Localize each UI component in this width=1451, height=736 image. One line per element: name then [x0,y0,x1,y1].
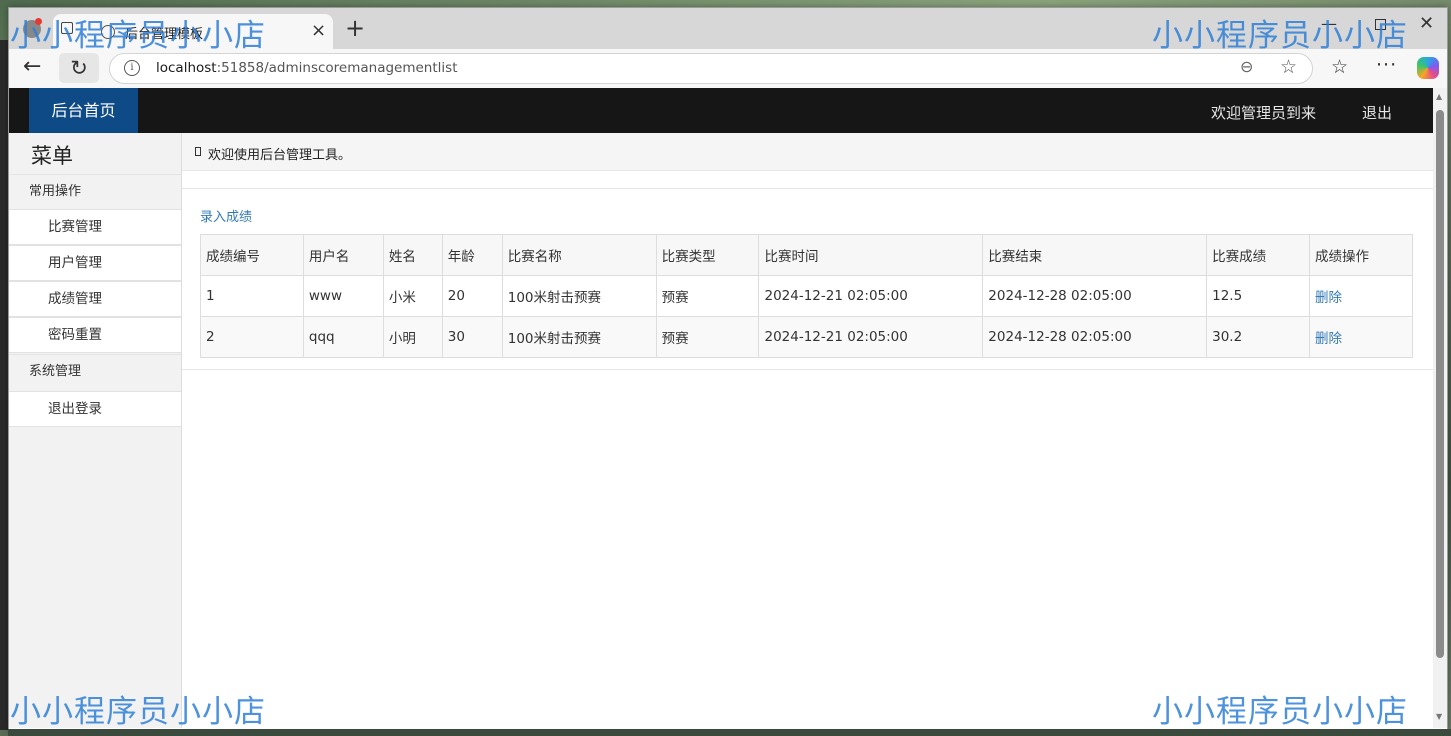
column-header: 比赛名称 [501,234,657,276]
vertical-scrollbar[interactable]: ▲ ▼ [1433,88,1447,728]
watermark-top-right: 小小程序员小小店 [1152,18,1408,54]
table-cell: www [302,275,384,317]
app-header: 后台首页 欢迎管理员到来 退出 [9,88,1433,133]
table-cell: 2024-12-21 02:05:00 [758,316,984,358]
welcome-notice: 欢迎使用后台管理工具。 [182,133,1433,171]
table-cell: 20 [441,275,503,317]
table-cell: 1 [200,275,304,317]
sidebar: 菜单 常用操作 比赛管理 用户管理 成绩管理 密码重置 系统管理 退出登录 [9,133,182,728]
sidebar-item-score-management[interactable]: 成绩管理 [9,281,181,317]
scroll-thumb[interactable] [1436,110,1444,658]
table-cell: 2024-12-21 02:05:00 [758,275,984,317]
table-row: 2 qqq 小明 30 100米射击预赛 预赛 2024-12-21 02:05… [200,316,1413,358]
reload-icon[interactable]: ↻ [59,53,99,83]
column-header: 姓名 [382,234,443,276]
watermark-bottom-left: 小小程序员小小店 [10,694,266,730]
sidebar-item-user-management[interactable]: 用户管理 [9,245,181,281]
table-cell: 2 [200,316,304,358]
sidebar-item-logout[interactable]: 退出登录 [9,391,181,427]
delete-link[interactable]: 删除 [1315,290,1342,306]
window-close-icon[interactable]: ✕ [1419,13,1434,34]
table-cell: 小明 [382,316,443,358]
desktop-background [0,40,8,730]
scroll-up-icon[interactable]: ▲ [1436,92,1442,101]
add-score-link[interactable]: 录入成绩 [200,206,252,225]
table-cell: 2024-12-28 02:05:00 [982,316,1208,358]
column-header: 年龄 [441,234,503,276]
address-bar[interactable]: i localhost:51858/adminscoremanagementli… [109,53,1313,84]
sidebar-item-password-reset[interactable]: 密码重置 [9,317,181,353]
back-arrow-icon[interactable]: ← [23,54,41,79]
table-cell: 30.2 [1206,316,1311,358]
divider [182,369,1433,370]
column-header: 比赛结束 [982,234,1208,276]
menu-group-system[interactable]: 系统管理 [9,354,181,389]
favorites-icon[interactable]: ☆ [1331,56,1348,78]
action-cell: 删除 [1309,316,1413,358]
score-table: 成绩编号 用户名 姓名 年龄 比赛名称 比赛类型 比赛时间 比赛结束 比赛成绩 … [200,234,1413,358]
table-cell: 100米射击预赛 [501,275,657,317]
delete-link[interactable]: 删除 [1315,331,1342,347]
notice-icon [195,147,201,156]
table-cell: 100米射击预赛 [501,316,657,358]
column-header: 成绩操作 [1309,234,1413,276]
table-cell: 30 [441,316,503,358]
welcome-text: 欢迎管理员到来 [1211,104,1317,122]
menu-title: 菜单 [31,144,73,168]
home-link[interactable]: 后台首页 [29,88,138,133]
table-row: 1 www 小米 20 100米射击预赛 预赛 2024-12-21 02:05… [200,275,1413,317]
column-header: 比赛成绩 [1206,234,1311,276]
url-text[interactable]: localhost:51858/adminscoremanagementlist [156,60,458,76]
divider [182,188,1433,189]
column-header: 比赛时间 [758,234,984,276]
copilot-icon[interactable] [1417,57,1439,79]
browser-toolbar: ← ↻ i localhost:51858/adminscoremanageme… [9,49,1447,89]
site-info-icon[interactable]: i [124,60,140,76]
table-header-row: 成绩编号 用户名 姓名 年龄 比赛名称 比赛类型 比赛时间 比赛结束 比赛成绩 … [200,234,1413,276]
zoom-icon[interactable]: ⊖ [1240,57,1253,76]
tab-close-icon[interactable]: × [311,20,326,41]
column-header: 比赛类型 [655,234,760,276]
column-header: 成绩编号 [200,234,304,276]
table-cell: qqq [302,316,384,358]
table-cell: 预赛 [655,275,760,317]
table-cell: 12.5 [1206,275,1311,317]
more-icon[interactable]: ··· [1376,54,1397,76]
notice-text: 欢迎使用后台管理工具。 [208,148,352,163]
watermark-bottom-right: 小小程序员小小店 [1152,694,1408,730]
logout-link[interactable]: 退出 [1362,102,1392,123]
browser-window: 后台管理模板 × + — ✕ ← ↻ i localhost:51858/adm… [8,7,1448,731]
column-header: 用户名 [302,234,384,276]
new-tab-button[interactable]: + [345,15,365,41]
watermark-top-left: 小小程序员小小店 [10,18,266,54]
scroll-down-icon[interactable]: ▼ [1436,712,1442,721]
table-cell: 小米 [382,275,443,317]
table-cell: 2024-12-28 02:05:00 [982,275,1208,317]
menu-group-common[interactable]: 常用操作 [9,174,181,209]
action-cell: 删除 [1309,275,1413,317]
star-icon[interactable]: ☆ [1280,56,1297,78]
page-viewport: 后台首页 欢迎管理员到来 退出 菜单 常用操作 比赛管理 用户管理 成绩管理 密… [9,88,1433,728]
table-cell: 预赛 [655,316,760,358]
sidebar-item-match-management[interactable]: 比赛管理 [9,209,181,245]
